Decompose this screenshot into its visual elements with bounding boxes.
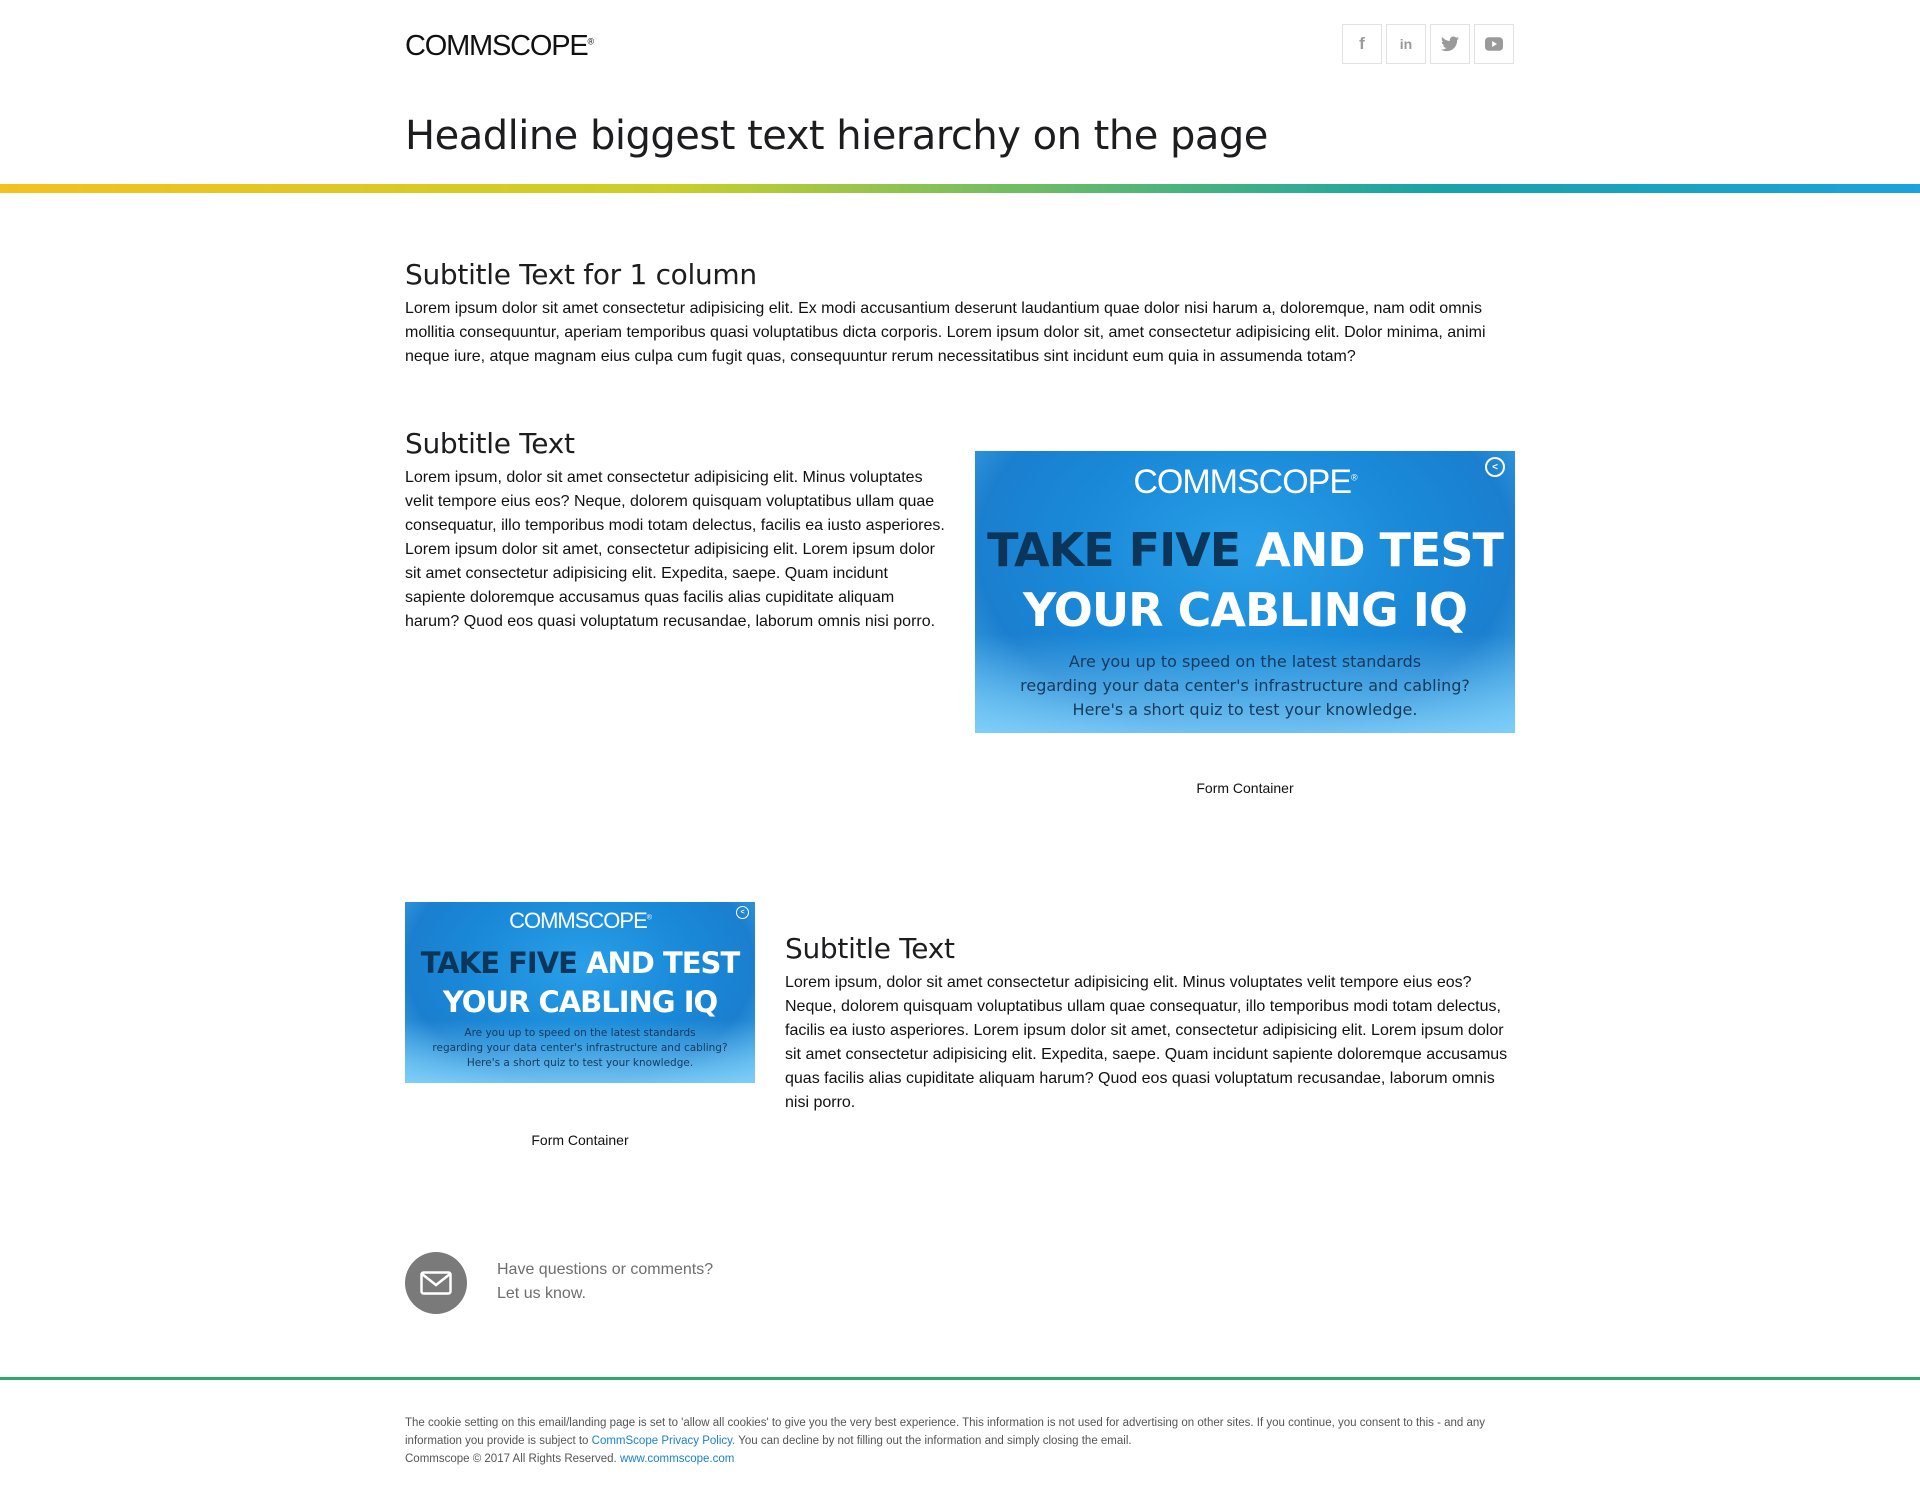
section-subtitle: Subtitle Text <box>405 427 575 460</box>
banner-headline-light: AND TEST <box>1240 523 1504 577</box>
banner-subtext-line: regarding your data center's infrastruct… <box>432 1042 728 1054</box>
copyright-text: Commscope © 2017 All Rights Reserved. <box>405 1453 620 1465</box>
section-body: Lorem ipsum, dolor sit amet consectetur … <box>405 469 945 630</box>
twitter-bird-glyph <box>1441 36 1459 52</box>
banner-subtext-line: Are you up to speed on the latest standa… <box>464 1027 696 1039</box>
youtube-icon[interactable] <box>1474 24 1514 64</box>
banner-logo-mark: ® <box>646 914 652 922</box>
envelope-icon[interactable] <box>405 1252 467 1314</box>
header-gradient-divider <box>0 184 1920 193</box>
section-subtitle: Subtitle Text <box>785 932 955 965</box>
footer: The cookie setting on this email/landing… <box>405 1414 1515 1468</box>
section-body: Lorem ipsum, dolor sit amet consectetur … <box>785 974 1508 1111</box>
privacy-policy-link[interactable]: CommScope Privacy Policy. <box>592 1435 736 1447</box>
two-column-text-right: Subtitle Text Lorem ipsum, dolor sit ame… <box>785 932 1515 1115</box>
cookie-notice: The cookie setting on this email/landing… <box>405 1414 1515 1450</box>
cookie-text: You can decline by not filling out the i… <box>735 1435 1132 1447</box>
banner-headline-line2: YOUR CABLING IQ <box>442 985 718 1019</box>
linkedin-icon[interactable]: in <box>1386 24 1426 64</box>
youtube-play-glyph <box>1485 37 1503 51</box>
one-column-section: Subtitle Text for 1 column Lorem ipsum d… <box>405 258 1515 369</box>
section-body: Lorem ipsum dolor sit amet consectetur a… <box>405 300 1486 365</box>
page-headline: Headline biggest text hierarchy on the p… <box>405 113 1268 159</box>
two-column-text-left: Subtitle Text Lorem ipsum, dolor sit ame… <box>405 427 950 634</box>
banner-subtext-line: Here's a short quiz to test your knowled… <box>1072 700 1418 719</box>
banner-headline-light: AND TEST <box>576 946 740 980</box>
logo-mark: ® <box>587 36 595 47</box>
banner-headline: TAKE FIVE AND TEST YOUR CABLING IQ <box>975 520 1515 640</box>
commscope-logo[interactable]: COMMSCOPE® <box>405 30 594 63</box>
facebook-icon[interactable]: f <box>1342 24 1382 64</box>
banner-subtext-line: Here's a short quiz to test your knowled… <box>466 1057 694 1069</box>
banner-subtext: Are you up to speed on the latest standa… <box>975 650 1515 722</box>
banner-subtext-line: regarding your data center's infrastruct… <box>1020 676 1470 695</box>
logo-text: COMMSCOPE <box>405 30 589 62</box>
cabling-iq-banner-small[interactable]: < COMMSCOPE® TAKE FIVE AND TEST YOUR CAB… <box>405 902 755 1083</box>
twitter-icon[interactable] <box>1430 24 1470 64</box>
banner-logo-text: COMMSCOPE <box>1133 463 1352 501</box>
banner-logo: COMMSCOPE® <box>975 463 1515 502</box>
contact-line: Have questions or comments? <box>497 1261 714 1278</box>
cabling-iq-banner-large[interactable]: < COMMSCOPE® TAKE FIVE AND TEST YOUR CAB… <box>975 451 1515 733</box>
banner-subtext: Are you up to speed on the latest standa… <box>405 1026 755 1071</box>
contact-line: Let us know. <box>497 1285 586 1302</box>
banner-logo-mark: ® <box>1351 472 1358 483</box>
form-container[interactable]: Form Container <box>405 1132 755 1148</box>
copyright: Commscope © 2017 All Rights Reserved. ww… <box>405 1450 1515 1468</box>
banner-headline-dark: TAKE FIVE <box>987 523 1241 577</box>
footer-divider <box>0 1377 1920 1380</box>
form-container[interactable]: Form Container <box>975 780 1515 796</box>
banner-headline-line2: YOUR CABLING IQ <box>1023 583 1468 637</box>
social-links: f in <box>1342 24 1514 64</box>
envelope-glyph <box>420 1271 452 1295</box>
section-subtitle: Subtitle Text for 1 column <box>405 258 757 291</box>
contact-prompt[interactable]: Have questions or comments? Let us know. <box>497 1258 713 1306</box>
website-link[interactable]: www.commscope.com <box>620 1453 734 1465</box>
banner-headline-dark: TAKE FIVE <box>420 946 578 980</box>
banner-logo-text: COMMSCOPE <box>509 908 648 933</box>
banner-logo: COMMSCOPE® <box>405 908 755 934</box>
banner-headline: TAKE FIVE AND TEST YOUR CABLING IQ <box>405 944 755 1022</box>
banner-subtext-line: Are you up to speed on the latest standa… <box>1068 652 1422 671</box>
